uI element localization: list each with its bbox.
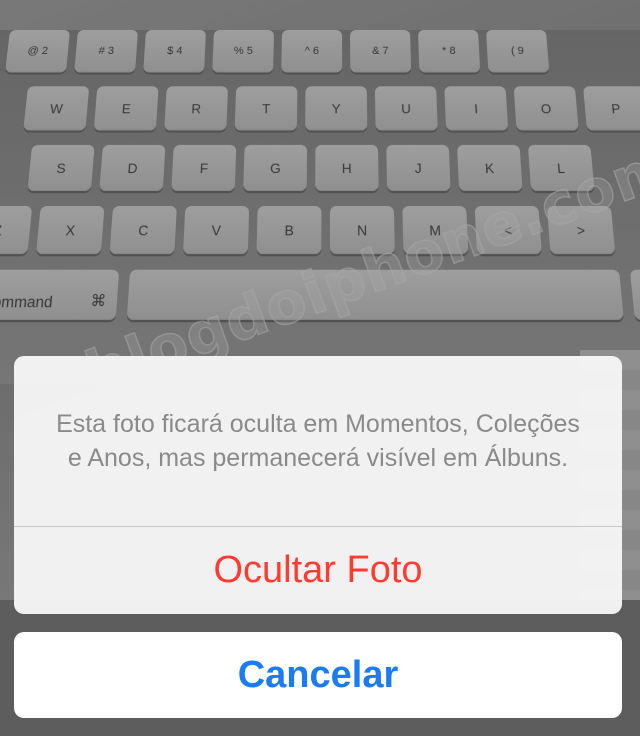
action-sheet: Esta foto ficará oculta em Momentos, Col… bbox=[14, 356, 622, 614]
action-sheet-message: Esta foto ficará oculta em Momentos, Col… bbox=[14, 356, 622, 526]
hide-photo-button[interactable]: Ocultar Foto bbox=[14, 527, 622, 614]
cancel-button[interactable]: Cancelar bbox=[14, 632, 622, 718]
